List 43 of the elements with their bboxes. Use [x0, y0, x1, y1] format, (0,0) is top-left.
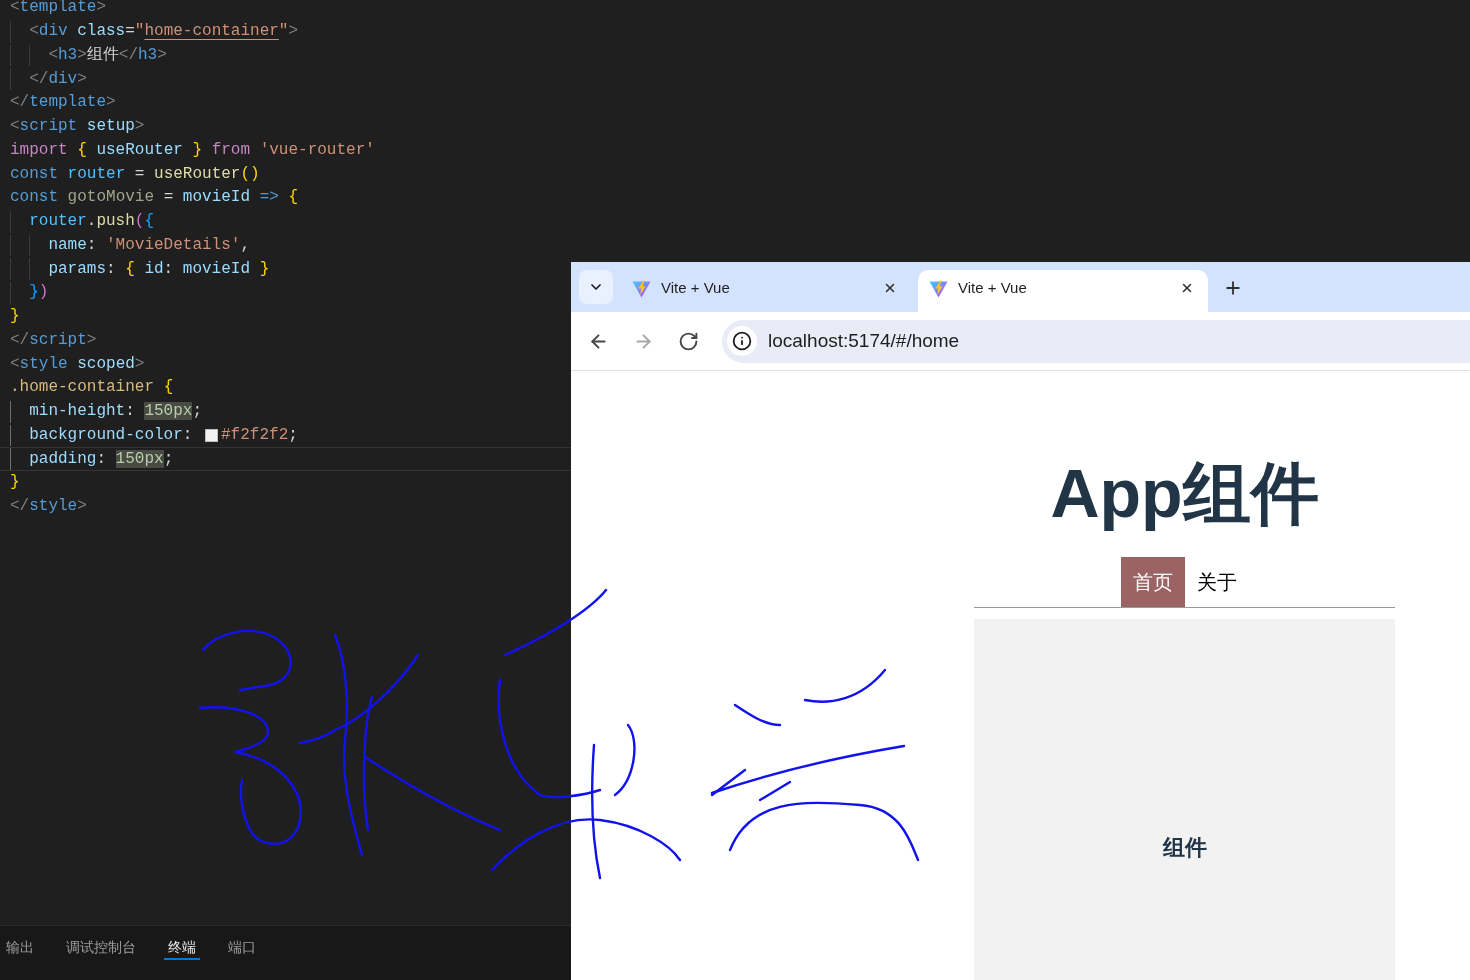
panel-tab[interactable]: 输出 [2, 937, 38, 960]
code-line: #f2f2f2; [221, 424, 298, 446]
browser-tab[interactable]: Vite + Vue [621, 270, 911, 312]
code-line: } [10, 306, 20, 328]
component-heading: 组件 [1162, 834, 1207, 862]
code-line: }) [29, 282, 49, 304]
plus-icon [1223, 278, 1243, 298]
code-line: params: { id: movieId } [48, 258, 270, 280]
code-line: } [10, 472, 20, 494]
code-line: </template> [10, 92, 116, 114]
code-line: <style scoped> [10, 353, 145, 375]
code-line: </style> [10, 496, 87, 518]
lightning-logo-icon [929, 278, 948, 298]
lightning-logo-icon [632, 278, 651, 298]
panel-tab[interactable]: 端口 [224, 937, 260, 960]
code-line: name: 'MovieDetails', [48, 234, 250, 256]
code-line: padding: 150px; [29, 448, 174, 470]
panel-tab[interactable]: 调试控制台 [62, 937, 140, 960]
nav-link[interactable]: 关于 [1184, 557, 1249, 607]
info-icon [732, 331, 752, 351]
code-line: </script> [10, 329, 97, 351]
address-bar[interactable]: localhost:5174/#/home [722, 319, 1470, 363]
reload-icon [677, 330, 699, 352]
code-line: const router = useRouter() [10, 163, 260, 185]
code-line: <div class="home-container"> [29, 21, 299, 43]
code-line: router.push({ [29, 211, 155, 233]
nav-link[interactable]: 首页 [1120, 557, 1185, 607]
browser-tab[interactable]: Vite + Vue [918, 270, 1208, 312]
code-line: import { useRouter } from 'vue-router' [10, 139, 375, 161]
code-line: const gotoMovie = movieId => { [10, 187, 299, 209]
code-line: </div> [29, 68, 87, 90]
code-line: .home-container { [10, 377, 174, 399]
code-line: background-color: [29, 424, 194, 446]
panel-tab[interactable]: 终端 [164, 937, 200, 960]
code-line: min-height: 150px; [29, 401, 203, 423]
close-icon[interactable] [883, 281, 897, 295]
close-icon[interactable] [1180, 281, 1194, 295]
site-info-button[interactable] [727, 326, 757, 356]
color-swatch-icon [205, 428, 218, 442]
tab-list-button[interactable] [579, 270, 613, 304]
code-line: <h3>组件</h3> [48, 44, 167, 66]
code-line: <template> [10, 0, 107, 19]
code-line: <script setup> [10, 116, 145, 138]
